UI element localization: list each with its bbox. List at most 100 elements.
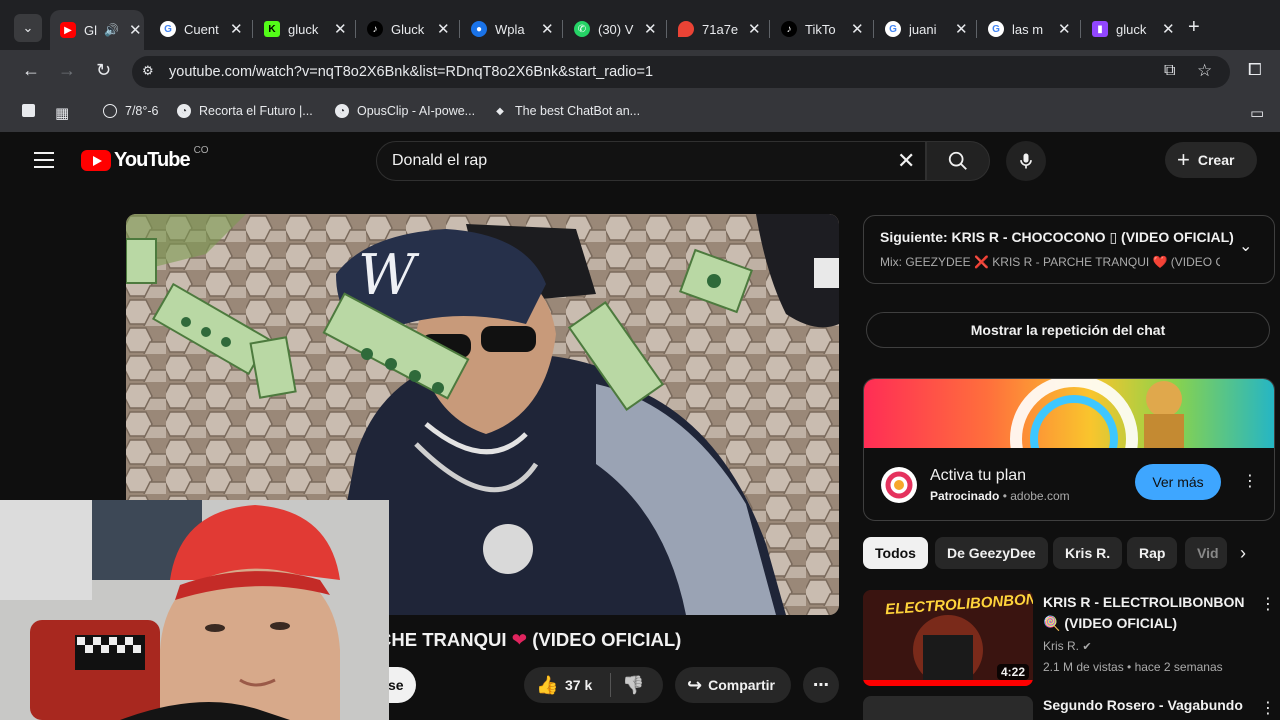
opus-icon: ◔: [335, 104, 349, 118]
svg-text:W: W: [358, 243, 420, 308]
tab-kick[interactable]: K gluck ✕: [254, 12, 354, 46]
ad-cta-button[interactable]: Ver más: [1135, 464, 1221, 500]
close-icon[interactable]: ✕: [334, 20, 347, 38]
close-icon[interactable]: ✕: [437, 20, 450, 38]
chevron-down-icon[interactable]: ⌄: [1239, 236, 1252, 256]
close-icon[interactable]: ✕: [644, 20, 657, 38]
forward-arrow-icon[interactable]: →: [58, 60, 76, 81]
chat-replay-label: Mostrar la repetición del chat: [970, 322, 1166, 338]
address-bar[interactable]: ⚙ youtube.com/watch?v=nqT8o2X6Bnk&list=R…: [132, 56, 1230, 88]
chip-rap[interactable]: Rap: [1127, 537, 1178, 569]
tab-youtube[interactable]: ▶ Gl 🔊 ✕: [50, 10, 144, 50]
tab-separator: [562, 20, 563, 38]
install-icon[interactable]: ⧉: [1164, 62, 1175, 80]
bookmark-item[interactable]: ◆ The best ChatBot an...: [493, 104, 640, 118]
tab-tiktok-2[interactable]: ♪ TikTo ✕: [771, 12, 871, 46]
tab-maps[interactable]: 71a7e ✕: [668, 12, 768, 46]
apps-grid-icon[interactable]: ▦: [55, 104, 69, 122]
video-duration: 4:22: [997, 664, 1030, 680]
chip-geezydee[interactable]: De GeezyDee: [935, 537, 1048, 569]
bookmark-item[interactable]: ◔ Recorta el Futuro |...: [177, 104, 313, 118]
create-button[interactable]: + Crear: [1165, 142, 1257, 178]
chevron-right-icon[interactable]: ›: [1240, 543, 1246, 564]
extensions-icon[interactable]: ⧠: [1248, 60, 1262, 80]
chat-replay-button[interactable]: Mostrar la repetición del chat: [866, 312, 1270, 348]
mic-icon: [1020, 153, 1032, 169]
tab-twitch[interactable]: ▮ gluck ✕: [1082, 12, 1182, 46]
chip-label: De GeezyDee: [947, 545, 1036, 561]
ad-meta: Patrocinado • adobe.com: [930, 489, 1070, 503]
close-icon[interactable]: ✕: [541, 20, 554, 38]
close-icon[interactable]: ✕: [230, 20, 243, 38]
related-thumbnail[interactable]: ELECTROLIBONBON 4:22: [863, 590, 1033, 686]
tab-separator: [355, 20, 356, 38]
new-tab-button[interactable]: +: [1188, 16, 1200, 39]
search-box[interactable]: Donald el rap ✕: [376, 141, 926, 181]
tab-separator: [976, 20, 977, 38]
like-icon[interactable]: 👍: [536, 675, 558, 696]
ad-domain: adobe.com: [1010, 489, 1070, 503]
tab-tiktok[interactable]: ♪ Gluck ✕: [357, 12, 457, 46]
bookmark-star-icon[interactable]: ☆: [1197, 61, 1212, 81]
clear-search-icon[interactable]: ✕: [897, 148, 915, 174]
ad-banner: [864, 379, 1274, 448]
channel-name[interactable]: Kris R.: [1043, 639, 1079, 653]
chip-all[interactable]: Todos: [863, 537, 928, 569]
sponsored-ad[interactable]: Activa tu plan Patrocinado • adobe.com V…: [863, 378, 1275, 521]
url-text[interactable]: youtube.com/watch?v=nqT8o2X6Bnk&list=RDn…: [169, 64, 653, 80]
voice-search-button[interactable]: [1006, 141, 1046, 181]
tab-google[interactable]: G Cuent ✕: [150, 12, 250, 46]
tab-title: las m: [1012, 21, 1044, 37]
tab-title: Gl: [84, 22, 97, 38]
close-icon[interactable]: ✕: [851, 20, 864, 38]
chip-videos[interactable]: Vid: [1185, 537, 1227, 569]
more-actions-button[interactable]: ⋯: [803, 667, 839, 703]
ad-cta-label: Ver más: [1152, 474, 1204, 490]
close-icon[interactable]: ✕: [129, 21, 142, 39]
view-count: 2.1 M de vistas • hace 2 semanas: [1043, 660, 1223, 674]
tab-title: Gluck: [391, 21, 425, 37]
site-info-icon[interactable]: ⚙: [142, 63, 158, 79]
chip-kris-r[interactable]: Kris R.: [1053, 537, 1123, 569]
close-icon[interactable]: ✕: [748, 20, 761, 38]
close-icon[interactable]: ✕: [955, 20, 968, 38]
tab-search-button[interactable]: ⌄: [14, 14, 42, 42]
search-button[interactable]: [926, 141, 990, 181]
related-thumbnail-2[interactable]: [863, 696, 1033, 720]
tab-title: gluck: [1116, 21, 1147, 37]
related-video-title[interactable]: KRIS R - ELECTROLIBONBON 🍭 (VIDEO OFICIA…: [1043, 592, 1253, 634]
tab-separator: [459, 20, 460, 38]
share-label: Compartir: [708, 677, 775, 693]
search-icon: [948, 151, 967, 170]
like-count[interactable]: 37 k: [565, 677, 592, 693]
speaker-icon[interactable]: 🔊: [104, 23, 119, 37]
close-icon[interactable]: ✕: [1162, 20, 1175, 38]
bookmark-item[interactable]: ◔ OpusClip - AI-powe...: [335, 104, 475, 118]
close-icon[interactable]: ✕: [1058, 20, 1071, 38]
next-up-panel[interactable]: Siguiente: KRIS R - CHOCOCONO ▯ (VIDEO O…: [863, 215, 1275, 284]
bookmark-item[interactable]: 7/8°-6: [103, 104, 159, 118]
tab-google-3[interactable]: G las m ✕: [978, 12, 1078, 46]
related-video-title-2[interactable]: Segundo Rosero - Vagabundo: [1043, 697, 1243, 713]
reload-icon[interactable]: ↻: [96, 60, 111, 81]
bookmark-folder-icon[interactable]: [22, 104, 43, 117]
share-button[interactable]: ↪ Compartir: [675, 667, 791, 703]
dislike-icon[interactable]: 👎: [622, 675, 644, 696]
tab-whatsapp[interactable]: ✆ (30) V ✕: [564, 12, 664, 46]
ad-banner-art: [1010, 379, 1184, 448]
tab-title: 71a7e: [702, 21, 738, 37]
youtube-logo[interactable]: YouTube CO: [81, 145, 209, 172]
more-vert-icon[interactable]: ⋮: [1260, 594, 1276, 614]
back-arrow-icon[interactable]: ←: [22, 60, 40, 81]
search-input[interactable]: Donald el rap: [392, 152, 487, 170]
more-vert-icon[interactable]: ⋮: [1242, 471, 1258, 491]
folder-icon[interactable]: ▭: [1250, 104, 1264, 122]
chip-label: Todos: [875, 545, 916, 561]
youtube-icon: ▶: [60, 22, 76, 38]
tab-strip: ⌄ ▶ Gl 🔊 ✕ G Cuent ✕ K gluck ✕ ♪ Gluck ✕…: [0, 0, 1280, 50]
menu-icon[interactable]: [34, 152, 54, 168]
tab-google-2[interactable]: G juani ✕: [875, 12, 975, 46]
more-vert-icon[interactable]: ⋮: [1260, 698, 1276, 718]
tab-wplace[interactable]: ● Wpla ✕: [461, 12, 561, 46]
divider: [610, 673, 611, 697]
